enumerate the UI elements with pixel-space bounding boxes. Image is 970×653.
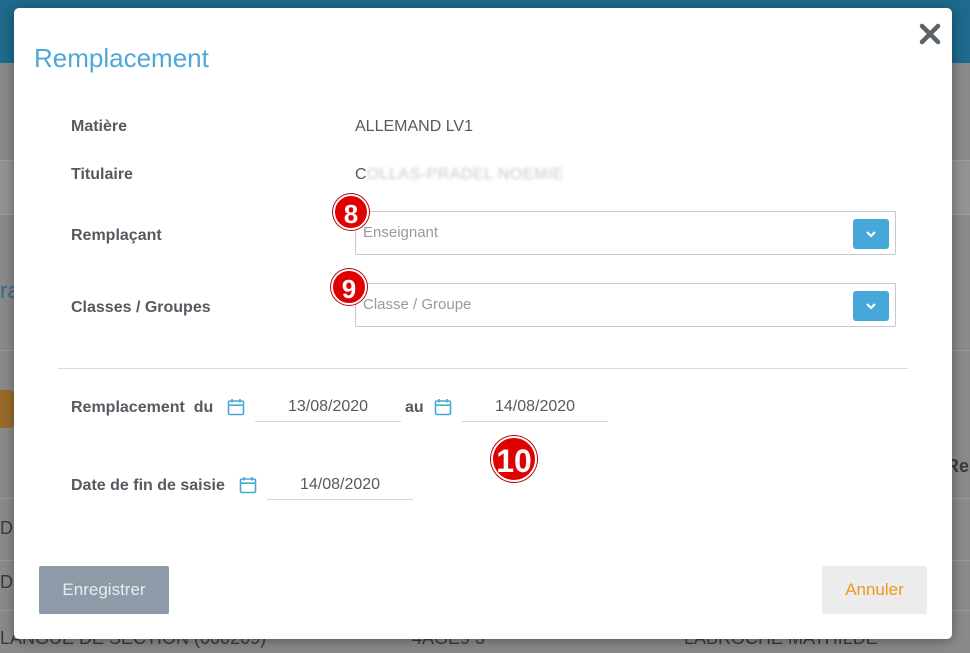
titulaire-value: COLLAS-PRADEL NOEMIE [355,166,564,184]
app-row-text: D [0,518,13,538]
remplacement-dialog: Remplacement Matière ALLEMAND LV1 Titula… [14,8,952,639]
matiere-value: ALLEMAND LV1 [355,118,473,135]
chevron-down-icon [866,303,876,310]
calendar-icon[interactable] [227,398,245,416]
date-au-input[interactable]: 14/08/2020 [462,394,608,422]
au-label: au [405,399,424,416]
annotation-badge-10: 10 [491,436,537,482]
annotation-badge-9: 9 [331,269,367,305]
chevron-down-icon [866,231,876,238]
remplacement-label: Remplacement du [71,399,214,416]
titulaire-initial: C [355,166,367,183]
titulaire-label: Titulaire [71,166,133,183]
save-button[interactable]: Enregistrer [39,566,169,614]
date-du-input[interactable]: 13/08/2020 [255,394,401,422]
classes-groupes-placeholder: Classe / Groupe [363,296,472,313]
remplacant-label: Remplaçant [71,227,162,244]
cancel-button[interactable]: Annuler [822,566,927,614]
classes-groupes-dropdown-button[interactable] [853,291,889,321]
classes-groupes-label: Classes / Groupes [71,299,211,316]
titulaire-blurred-name: OLLAS-PRADEL NOEMIE [366,166,564,183]
close-icon[interactable] [918,22,942,46]
remplacant-select[interactable]: Enseignant [355,211,896,255]
matiere-label: Matière [71,118,128,135]
classes-groupes-select[interactable]: Classe / Groupe [355,283,896,327]
annotation-badge-8: 8 [333,194,369,230]
dialog-title: Remplacement [34,43,209,73]
calendar-icon[interactable] [434,398,452,416]
date-fin-saisie-input[interactable]: 14/08/2020 [267,472,413,500]
app-orange-button [0,390,14,428]
remplacant-placeholder: Enseignant [363,224,439,241]
app-row-text: D [0,572,13,592]
remplacant-dropdown-button[interactable] [853,219,889,249]
du-label: du [193,399,214,416]
fin-saisie-label: Date de fin de saisie [71,477,225,494]
calendar-icon[interactable] [239,476,257,494]
section-divider [58,368,908,369]
